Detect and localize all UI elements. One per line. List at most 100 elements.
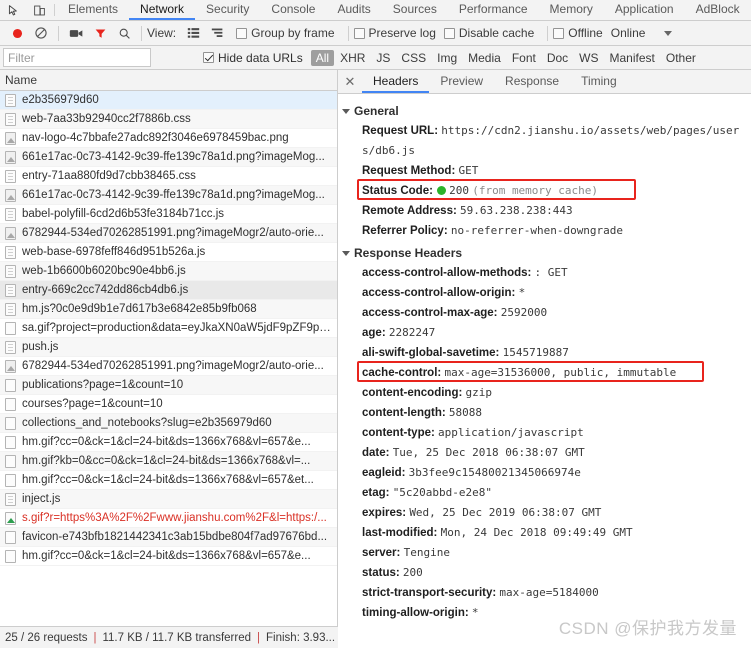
- panel-tab-memory[interactable]: Memory: [539, 0, 604, 20]
- detail-tab-timing[interactable]: Timing: [570, 70, 628, 93]
- request-row[interactable]: entry-669c2cc742dd86cb4db6.js: [0, 281, 337, 300]
- request-row[interactable]: nav-logo-4c7bbafe27adc892f3046e6978459ba…: [0, 129, 337, 148]
- request-row[interactable]: hm.js?0c0e9d9b1e7d617b3e6842e85b9fb068: [0, 300, 337, 319]
- header-key: Referrer Policy:: [362, 225, 448, 237]
- headers-content[interactable]: General Request URL: https://cdn2.jiansh…: [338, 94, 751, 626]
- request-row[interactable]: hm.gif?cc=0&ck=1&cl=24-bit&ds=1366x768&v…: [0, 547, 337, 566]
- header-key: access-control-max-age:: [362, 307, 498, 319]
- filter-type-css[interactable]: CSS: [396, 50, 431, 66]
- filter-type-ws[interactable]: WS: [574, 50, 603, 66]
- filter-type-media[interactable]: Media: [463, 50, 506, 66]
- preserve-log-checkbox[interactable]: Preserve log: [353, 26, 436, 40]
- section-general[interactable]: General: [342, 104, 751, 118]
- group-by-frame-checkbox[interactable]: Group by frame: [236, 26, 335, 40]
- filter-type-xhr[interactable]: XHR: [335, 50, 370, 66]
- header-row: content-length: 58088: [342, 403, 751, 423]
- request-rows-container[interactable]: e2b356979d60 web-7aa33b92940cc2f7886b.css…: [0, 91, 337, 626]
- request-row[interactable]: 661e17ac-0c73-4142-9c39-ffe139c78a1d.png…: [0, 186, 337, 205]
- image-file-icon: [5, 359, 16, 373]
- filter-type-manifest[interactable]: Manifest: [605, 50, 660, 66]
- hide-data-urls-checkbox[interactable]: Hide data URLs: [203, 51, 303, 65]
- throttling-selected-value[interactable]: Online: [611, 26, 646, 40]
- request-row[interactable]: hm.gif?cc=0&ck=1&cl=24-bit&ds=1366x768&v…: [0, 433, 337, 452]
- request-row[interactable]: web-1b6600b6020bc90e4bb6.js: [0, 262, 337, 281]
- request-row[interactable]: publications?page=1&count=10: [0, 376, 337, 395]
- filter-type-js[interactable]: JS: [371, 50, 395, 66]
- request-row[interactable]: 6782944-534ed70262851991.png?imageMogr2/…: [0, 224, 337, 243]
- request-row[interactable]: push.js: [0, 338, 337, 357]
- filter-type-font[interactable]: Font: [507, 50, 541, 66]
- csdn-watermark: CSDN @保护我方发量: [558, 619, 737, 638]
- request-name: e2b356979d60: [22, 94, 99, 106]
- panel-tab-network[interactable]: Network: [129, 0, 196, 20]
- panel-tab-audits[interactable]: Audits: [326, 0, 381, 20]
- header-value: application/javascript: [438, 426, 584, 439]
- header-row: server: Tengine: [342, 543, 751, 563]
- offline-checkbox[interactable]: Offline: [553, 26, 603, 40]
- chevron-down-icon[interactable]: [664, 30, 673, 36]
- panel-tab-console[interactable]: Console: [260, 0, 326, 20]
- panel-tab-elements[interactable]: Elements: [57, 0, 129, 20]
- filter-type-other[interactable]: Other: [661, 50, 701, 66]
- detail-tab-response[interactable]: Response: [494, 70, 570, 93]
- request-row[interactable]: 6782944-534ed70262851991.png?imageMogr2/…: [0, 357, 337, 376]
- toggle-device-toolbar-icon[interactable]: [26, 0, 52, 20]
- request-row[interactable]: inject.js: [0, 490, 337, 509]
- triangle-down-icon: [342, 250, 350, 256]
- request-name: entry-71aa880fd9d7cbb38465.css: [22, 170, 196, 182]
- image-green-file-icon: [5, 511, 16, 525]
- waterfall-view-icon[interactable]: [205, 22, 229, 45]
- request-row[interactable]: 661e17ac-0c73-4142-9c39-ffe139c78a1d.png…: [0, 148, 337, 167]
- request-list-header[interactable]: Name: [0, 70, 337, 91]
- funnel-filter-icon[interactable]: [88, 22, 112, 45]
- panel-tab-sources[interactable]: Sources: [382, 0, 448, 20]
- tabbar-separator: [54, 4, 55, 16]
- record-circle-icon[interactable]: [5, 22, 29, 45]
- detail-tab-label: Preview: [440, 73, 484, 88]
- request-row[interactable]: favicon-e743bfb1821442341c3ab15bdbe804f7…: [0, 528, 337, 547]
- request-row[interactable]: courses?page=1&count=10: [0, 395, 337, 414]
- panel-tab-adblock[interactable]: AdBlock: [685, 0, 751, 20]
- detail-tab-label: Headers: [373, 73, 419, 88]
- filter-type-img[interactable]: Img: [432, 50, 462, 66]
- detail-tab-preview[interactable]: Preview: [429, 70, 494, 93]
- request-row[interactable]: e2b356979d60: [0, 91, 337, 110]
- request-name: nav-logo-4c7bbafe27adc892f3046e6978459ba…: [22, 132, 289, 144]
- section-response-headers[interactable]: Response Headers: [342, 246, 751, 260]
- request-name: hm.gif?cc=0&ck=1&cl=24-bit&ds=1366x768&v…: [22, 436, 311, 448]
- request-row[interactable]: hm.gif?kb=0&cc=0&ck=1&cl=24-bit&ds=1366x…: [0, 452, 337, 471]
- filter-type-all[interactable]: All: [310, 49, 335, 66]
- request-row[interactable]: babel-polyfill-6cd2d6b53fe3184b71cc.js: [0, 205, 337, 224]
- request-row[interactable]: entry-71aa880fd9d7cbb38465.css: [0, 167, 337, 186]
- header-key: timing-allow-origin:: [362, 607, 469, 619]
- request-row[interactable]: web-base-6978feff846d951b526a.js: [0, 243, 337, 262]
- inspect-element-icon[interactable]: [0, 0, 26, 20]
- list-view-icon[interactable]: [181, 22, 205, 45]
- request-name: hm.gif?kb=0&cc=0&ck=1&cl=24-bit&ds=1366x…: [22, 455, 311, 467]
- document-file-icon: [5, 283, 16, 297]
- camera-icon[interactable]: [64, 22, 88, 45]
- magnifier-search-icon[interactable]: [112, 22, 136, 45]
- header-row: etag: "5c20abbd-e2e8": [342, 483, 751, 503]
- panel-tab-security[interactable]: Security: [195, 0, 260, 20]
- close-x-icon[interactable]: ✕: [338, 70, 362, 93]
- panel-tab-application[interactable]: Application: [604, 0, 685, 20]
- header-key: cache-control:: [362, 367, 442, 379]
- network-filter-bar: Hide data URLs All XHR JS CSS Img Media …: [0, 46, 751, 70]
- header-row: last-modified: Mon, 24 Dec 2018 09:49:49…: [342, 523, 751, 543]
- detail-tab-headers[interactable]: Headers: [362, 70, 430, 93]
- request-row[interactable]: web-7aa33b92940cc2f7886b.css: [0, 110, 337, 129]
- request-row[interactable]: collections_and_notebooks?slug=e2b356979…: [0, 414, 337, 433]
- request-row[interactable]: s.gif?r=https%3A%2F%2Fwww.jianshu.com%2F…: [0, 509, 337, 528]
- header-row: Request URL: https://cdn2.jianshu.io/ass…: [342, 121, 751, 161]
- filter-type-doc[interactable]: Doc: [542, 50, 573, 66]
- clear-no-entry-icon[interactable]: [29, 22, 53, 45]
- panel-tab-performance[interactable]: Performance: [448, 0, 539, 20]
- request-name: web-1b6600b6020bc90e4bb6.js: [22, 265, 186, 277]
- request-row[interactable]: sa.gif?project=production&data=eyJkaXN0a…: [0, 319, 337, 338]
- request-row[interactable]: hm.gif?cc=0&ck=1&cl=24-bit&ds=1366x768&v…: [0, 471, 337, 490]
- request-name: web-base-6978feff846d951b526a.js: [22, 246, 206, 258]
- disable-cache-checkbox[interactable]: Disable cache: [443, 26, 534, 40]
- filter-input[interactable]: [3, 48, 151, 67]
- header-key: Request URL:: [362, 125, 439, 137]
